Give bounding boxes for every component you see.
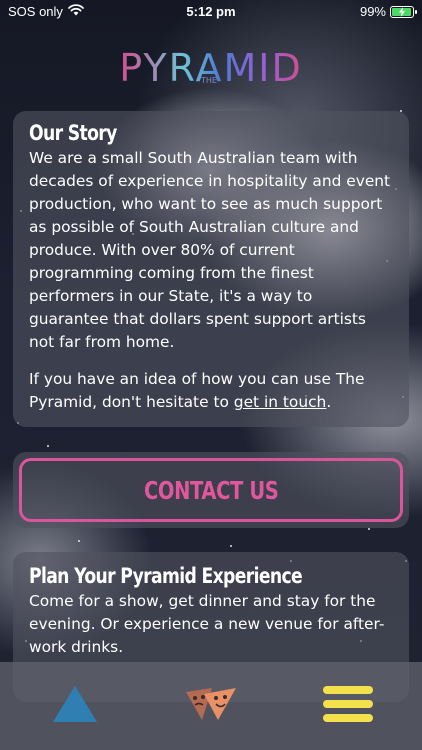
our-story-card: Our Story We are a small South Australia… (13, 111, 409, 427)
contact-us-button[interactable]: CONTACT US (19, 458, 403, 522)
our-story-paragraph-1: We are a small South Australian team wit… (29, 149, 391, 351)
masks-icon (184, 684, 238, 728)
status-time: 5:12 pm (186, 4, 236, 19)
tab-menu[interactable] (278, 662, 418, 750)
our-story-body: We are a small South Australian team wit… (29, 147, 393, 414)
plan-experience-title: Plan Your Pyramid Experience (29, 564, 303, 588)
our-story-title: Our Story (29, 121, 117, 145)
status-right: 99% (359, 4, 417, 19)
triangle-icon (51, 684, 99, 728)
tab-shows[interactable] (141, 662, 281, 750)
status-bar: SOS only 5:12 pm 99% (0, 0, 422, 24)
contact-card: CONTACT US (13, 452, 409, 528)
hamburger-menu-icon (321, 684, 375, 728)
get-in-touch-link[interactable]: get in touch (234, 393, 327, 411)
battery-charging-icon (390, 5, 417, 18)
our-story-paragraph-2: If you have an idea of how you can use T… (29, 368, 393, 414)
tab-home[interactable] (5, 662, 145, 750)
battery-percent: 99% (359, 4, 386, 19)
logo-the-label: THE (201, 76, 217, 85)
bottom-tab-bar (0, 662, 422, 750)
contact-us-label: CONTACT US (143, 475, 279, 505)
plan-experience-body: Come for a show, get dinner and stay for… (29, 592, 385, 656)
paragraph-2-suffix: . (326, 393, 332, 411)
pyramid-logo[interactable]: PYRAMID THE (0, 46, 422, 96)
